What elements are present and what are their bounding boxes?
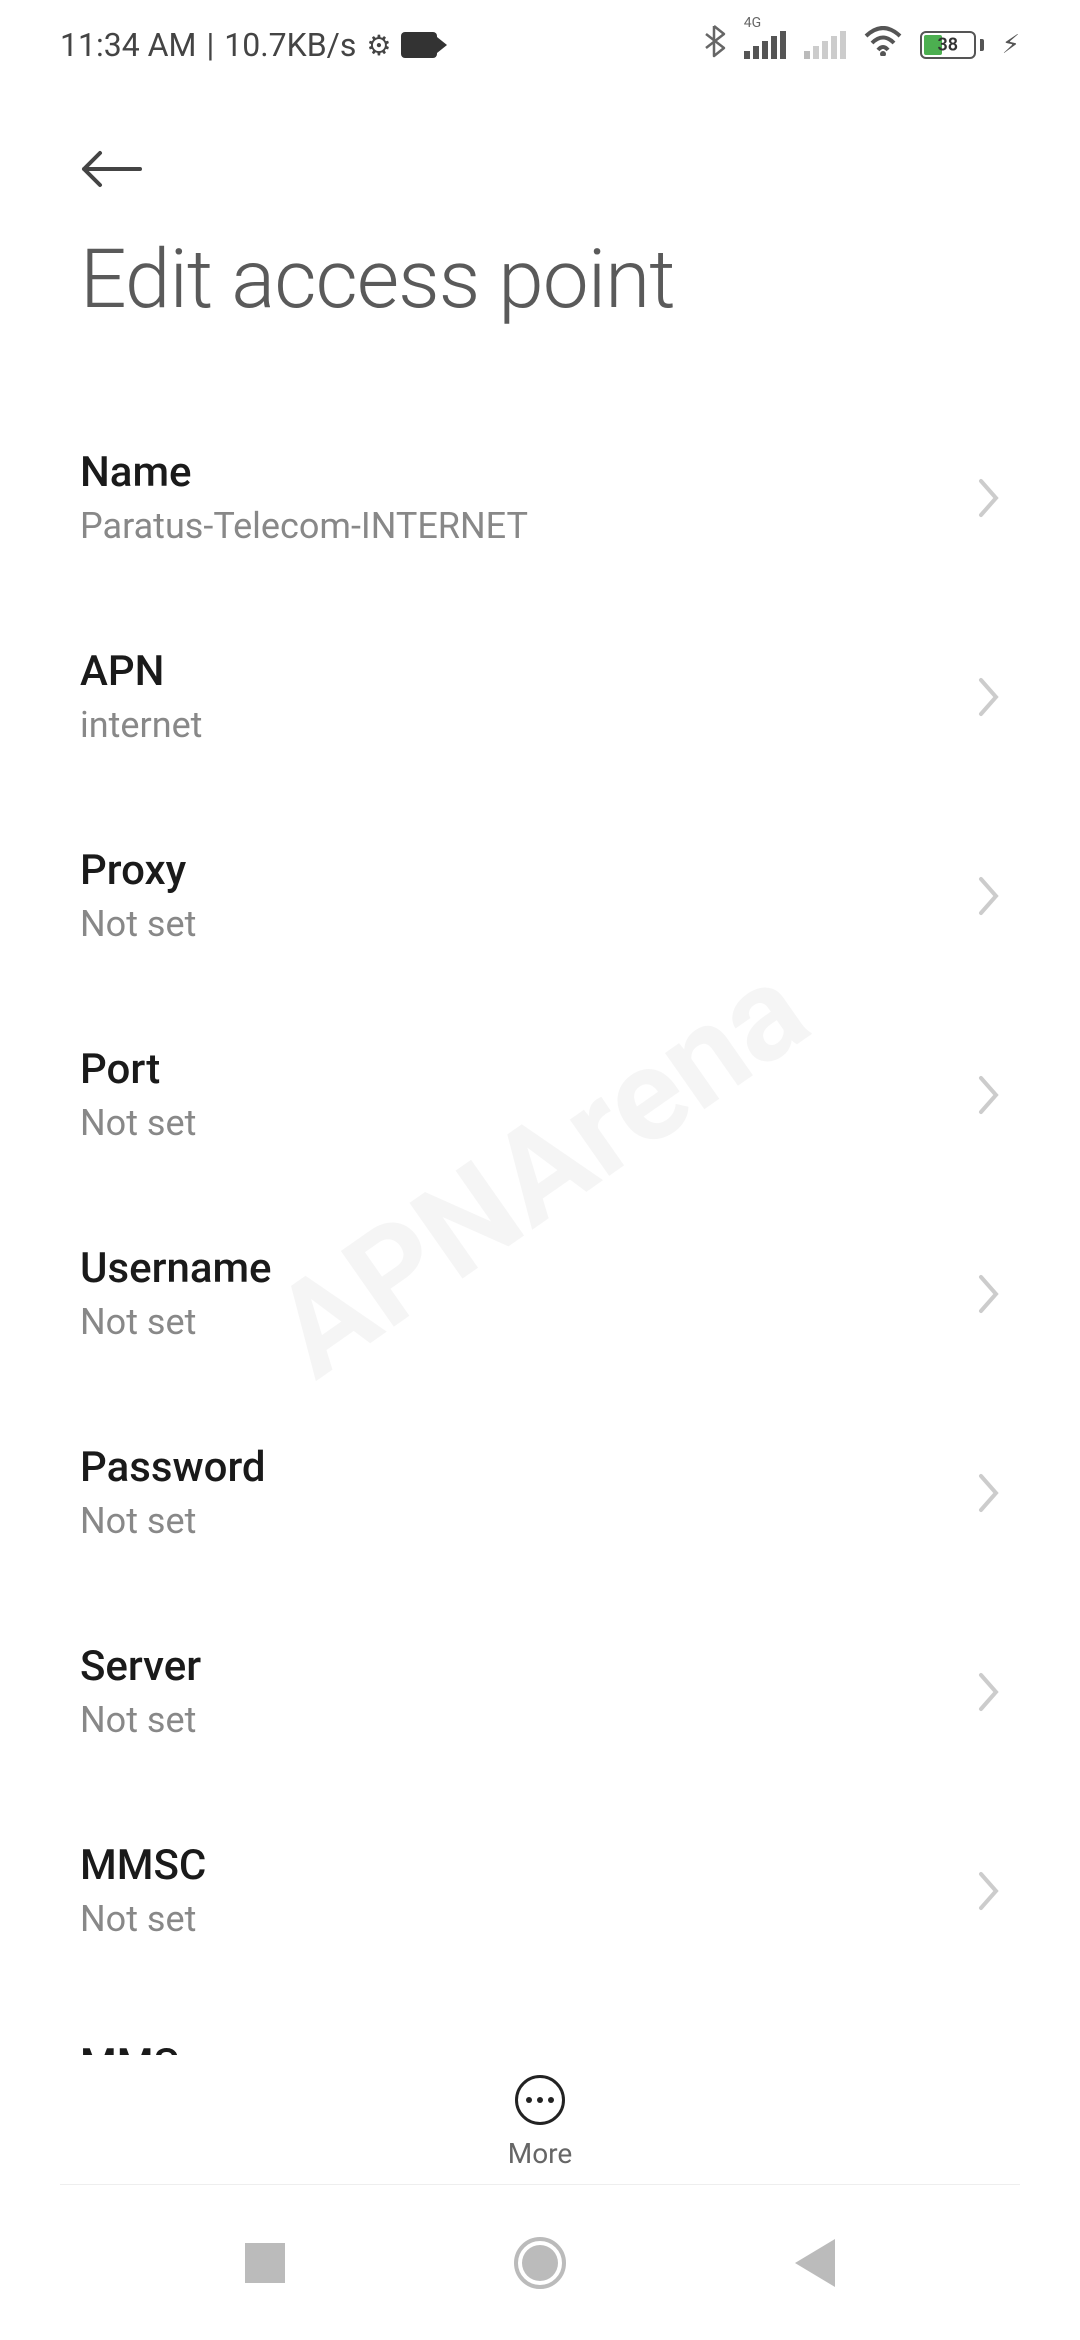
signal-secondary xyxy=(804,31,846,59)
setting-value: Paratus-Telecom-INTERNET xyxy=(80,505,978,547)
status-bar-left: 11:34 AM | 10.7KB/s ⚙ xyxy=(60,26,437,64)
setting-proxy[interactable]: Proxy Not set xyxy=(0,796,1080,995)
status-data-rate: 10.7KB/s xyxy=(224,26,356,64)
chevron-right-icon xyxy=(978,478,1000,518)
battery-percent: 38 xyxy=(937,35,958,56)
chevron-right-icon xyxy=(978,1672,1000,1712)
wifi-icon xyxy=(864,26,902,64)
setting-label: Password xyxy=(80,1443,978,1492)
nav-home-button[interactable] xyxy=(514,2237,566,2289)
network-type-label: 4G xyxy=(744,15,761,31)
setting-label: Name xyxy=(80,448,978,497)
setting-port[interactable]: Port Not set xyxy=(0,995,1080,1194)
chevron-right-icon xyxy=(978,876,1000,916)
bluetooth-icon xyxy=(702,24,726,66)
setting-label: MMSC xyxy=(80,1841,978,1890)
setting-value: Not set xyxy=(80,1102,978,1144)
signal-primary: 4G xyxy=(744,31,786,59)
charging-icon: ⚡︎ xyxy=(1002,30,1020,60)
status-bar: 11:34 AM | 10.7KB/s ⚙ 4G xyxy=(0,0,1080,90)
chevron-right-icon xyxy=(978,1473,1000,1513)
setting-value: Not set xyxy=(80,1301,978,1343)
more-button[interactable]: More xyxy=(0,2055,1080,2170)
status-bar-right: 4G 38 ⚡︎ xyxy=(702,24,1020,66)
chevron-right-icon xyxy=(978,1075,1000,1115)
chevron-right-icon xyxy=(978,1871,1000,1911)
more-ellipsis-icon xyxy=(515,2075,565,2125)
nav-back-button[interactable] xyxy=(795,2239,835,2287)
battery-indicator: 38 xyxy=(920,31,984,59)
setting-value: Not set xyxy=(80,1500,978,1542)
back-arrow-icon xyxy=(80,150,142,188)
page-title: Edit access point xyxy=(80,232,1000,328)
setting-username[interactable]: Username Not set xyxy=(0,1194,1080,1393)
more-label: More xyxy=(508,2137,573,2170)
setting-password[interactable]: Password Not set xyxy=(0,1393,1080,1592)
setting-value: Not set xyxy=(80,903,978,945)
setting-label: Server xyxy=(80,1642,978,1691)
setting-value: Not set xyxy=(80,1898,978,1940)
setting-server[interactable]: Server Not set xyxy=(0,1592,1080,1791)
chevron-right-icon xyxy=(978,677,1000,717)
page-header: Edit access point xyxy=(0,90,1080,328)
setting-apn[interactable]: APN internet xyxy=(0,597,1080,796)
status-separator: | xyxy=(206,26,214,64)
gear-icon: ⚙ xyxy=(366,29,391,62)
back-button[interactable] xyxy=(80,130,1000,232)
camera-icon xyxy=(401,32,437,58)
setting-label: Proxy xyxy=(80,846,978,895)
settings-list[interactable]: Name Paratus-Telecom-INTERNET APN intern… xyxy=(0,398,1080,2198)
setting-mmsc[interactable]: MMSC Not set xyxy=(0,1791,1080,1990)
setting-name[interactable]: Name Paratus-Telecom-INTERNET xyxy=(0,398,1080,597)
setting-label: Port xyxy=(80,1045,978,1094)
setting-label: APN xyxy=(80,647,978,696)
setting-value: Not set xyxy=(80,1699,978,1741)
chevron-right-icon xyxy=(978,1274,1000,1314)
android-nav-bar xyxy=(0,2185,1080,2340)
nav-recent-button[interactable] xyxy=(245,2243,285,2283)
setting-label: Username xyxy=(80,1244,978,1293)
status-time: 11:34 AM xyxy=(60,26,196,64)
setting-value: internet xyxy=(80,704,978,746)
